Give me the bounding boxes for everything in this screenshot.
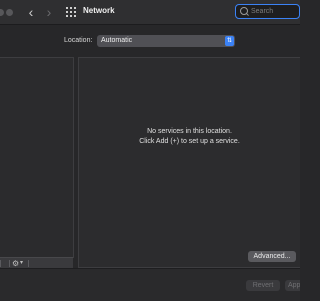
empty-state-title: No services in this location. (147, 128, 232, 135)
grid-icon[interactable] (66, 7, 76, 17)
chevron-updown-icon: ⇅ (225, 36, 234, 46)
service-list[interactable] (0, 57, 74, 258)
location-select-value: Automatic (101, 37, 133, 44)
location-select[interactable]: Automatic ⇅ (97, 35, 235, 47)
divider (9, 260, 10, 267)
location-label: Location: (64, 37, 93, 44)
search-icon (240, 7, 248, 15)
window-button-icon[interactable] (6, 9, 13, 16)
divider (28, 260, 29, 267)
search-placeholder: Search (251, 8, 274, 15)
window-title: Network (83, 6, 115, 15)
back-button[interactable]: ‹ (24, 4, 38, 20)
service-details-panel: No services in this location. Click Add … (78, 57, 300, 268)
revert-button[interactable]: Revert (246, 280, 280, 291)
forward-button[interactable]: › (42, 4, 56, 20)
search-input[interactable]: Search (235, 4, 300, 19)
chevron-left-icon: ‹ (28, 4, 34, 20)
chevron-right-icon: › (46, 4, 52, 20)
empty-state-hint: Click Add (+) to set up a service. (139, 138, 240, 145)
advanced-button[interactable]: Advanced... (248, 251, 296, 262)
window-button-icon[interactable] (0, 9, 4, 16)
apply-button[interactable]: Apply (285, 280, 300, 291)
title-bar: ‹ › Network Search (0, 0, 300, 25)
divider (0, 260, 1, 267)
